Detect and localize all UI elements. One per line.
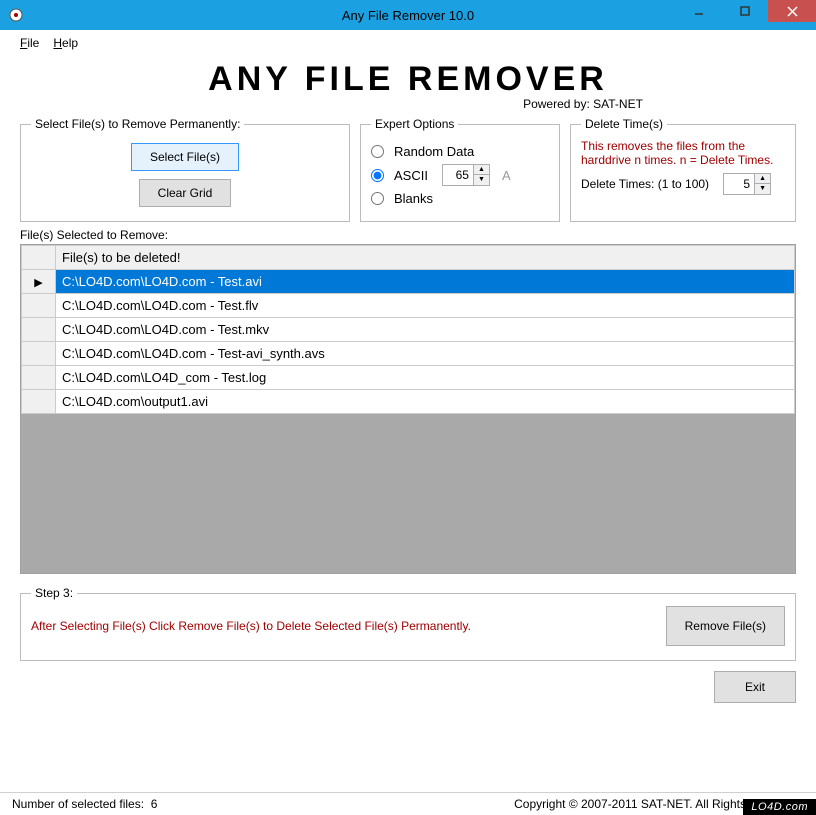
- row-header[interactable]: [22, 318, 56, 342]
- select-files-button[interactable]: Select File(s): [131, 143, 239, 171]
- table-row[interactable]: C:\LO4D.com\LO4D.com - Test.mkv: [22, 318, 795, 342]
- expert-options-legend: Expert Options: [371, 117, 458, 131]
- grid-column-header[interactable]: File(s) to be deleted!: [56, 246, 795, 270]
- delete-times-input[interactable]: [724, 175, 754, 193]
- row-header[interactable]: [22, 294, 56, 318]
- ascii-spinner[interactable]: ▲ ▼: [442, 164, 490, 186]
- file-path-cell[interactable]: C:\LO4D.com\LO4D.com - Test-avi_synth.av…: [56, 342, 795, 366]
- grid-corner: [22, 246, 56, 270]
- menubar: File Help: [0, 30, 816, 56]
- ascii-value-input[interactable]: [443, 166, 473, 184]
- file-path-cell[interactable]: C:\LO4D.com\LO4D.com - Test.flv: [56, 294, 795, 318]
- file-path-cell[interactable]: C:\LO4D.com\LO4D_com - Test.log: [56, 366, 795, 390]
- row-header[interactable]: [22, 390, 56, 414]
- file-grid[interactable]: File(s) to be deleted! ▶C:\LO4D.com\LO4D…: [20, 244, 796, 574]
- step3-text: After Selecting File(s) Click Remove Fil…: [31, 619, 654, 633]
- delete-times-label: Delete Times: (1 to 100): [581, 177, 709, 191]
- table-row[interactable]: C:\LO4D.com\LO4D_com - Test.log: [22, 366, 795, 390]
- radio-ascii[interactable]: ASCII ▲ ▼ A: [371, 164, 549, 186]
- delete-times-desc: This removes the files from the harddriv…: [581, 139, 785, 167]
- delete-times-group: Delete Time(s) This removes the files fr…: [570, 117, 796, 222]
- row-header[interactable]: [22, 342, 56, 366]
- expert-options-group: Expert Options Random Data ASCII ▲ ▼ A B…: [360, 117, 560, 222]
- app-icon: [6, 5, 26, 25]
- status-file-count: Number of selected files: 6: [12, 797, 157, 811]
- exit-button[interactable]: Exit: [714, 671, 796, 703]
- step3-legend: Step 3:: [31, 586, 77, 600]
- maximize-button[interactable]: [722, 0, 768, 22]
- delete-times-spinner[interactable]: ▲ ▼: [723, 173, 771, 195]
- watermark: LO4D.com: [743, 799, 816, 815]
- table-row[interactable]: C:\LO4D.com\output1.avi: [22, 390, 795, 414]
- close-button[interactable]: [768, 0, 816, 22]
- app-heading: ANY FILE REMOVER: [0, 60, 816, 99]
- grid-label: File(s) Selected to Remove:: [20, 228, 796, 242]
- ascii-char-preview: A: [502, 168, 511, 183]
- menu-file[interactable]: File: [20, 36, 39, 50]
- row-header[interactable]: [22, 366, 56, 390]
- table-row[interactable]: C:\LO4D.com\LO4D.com - Test-avi_synth.av…: [22, 342, 795, 366]
- titlebar: Any File Remover 10.0: [0, 0, 816, 30]
- step3-group: Step 3: After Selecting File(s) Click Re…: [20, 586, 796, 661]
- menu-help[interactable]: Help: [53, 36, 78, 50]
- remove-files-button[interactable]: Remove File(s): [666, 606, 785, 646]
- row-header[interactable]: ▶: [22, 270, 56, 294]
- radio-blanks[interactable]: Blanks: [371, 191, 549, 206]
- delete-times-spin-up[interactable]: ▲: [754, 174, 770, 184]
- ascii-spin-down[interactable]: ▼: [473, 175, 489, 185]
- file-path-cell[interactable]: C:\LO4D.com\LO4D.com - Test.mkv: [56, 318, 795, 342]
- statusbar: Number of selected files: 6 Copyright © …: [0, 792, 816, 815]
- select-files-legend: Select File(s) to Remove Permanently:: [31, 117, 244, 131]
- table-row[interactable]: C:\LO4D.com\LO4D.com - Test.flv: [22, 294, 795, 318]
- radio-random-data[interactable]: Random Data: [371, 144, 549, 159]
- file-path-cell[interactable]: C:\LO4D.com\output1.avi: [56, 390, 795, 414]
- clear-grid-button[interactable]: Clear Grid: [139, 179, 232, 207]
- minimize-button[interactable]: [676, 0, 722, 22]
- powered-by: Powered by: SAT-NET: [350, 97, 816, 111]
- delete-times-legend: Delete Time(s): [581, 117, 667, 131]
- table-row[interactable]: ▶C:\LO4D.com\LO4D.com - Test.avi: [22, 270, 795, 294]
- select-files-group: Select File(s) to Remove Permanently: Se…: [20, 117, 350, 222]
- ascii-spin-up[interactable]: ▲: [473, 165, 489, 175]
- file-path-cell[interactable]: C:\LO4D.com\LO4D.com - Test.avi: [56, 270, 795, 294]
- delete-times-spin-down[interactable]: ▼: [754, 184, 770, 194]
